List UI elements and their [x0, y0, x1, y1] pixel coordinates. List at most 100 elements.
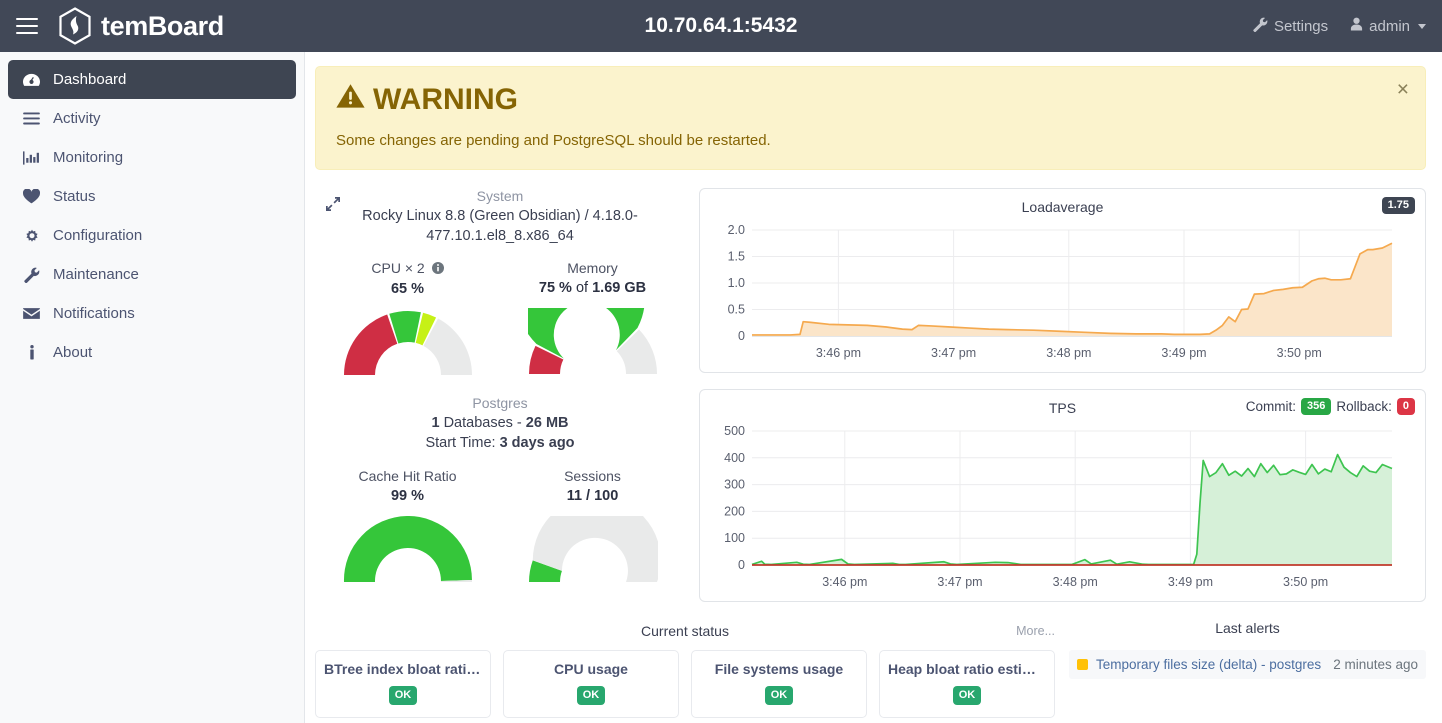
system-gauges: CPU × 2 65 % Memory 75 % of 1.69 GB: [315, 260, 685, 377]
sidebar: Dashboard Activity Monitoring Status Con…: [0, 52, 305, 723]
current-status-section: Current status More... BTree index bloat…: [315, 620, 1055, 718]
sidebar-item-dashboard[interactable]: Dashboard: [8, 60, 296, 99]
close-icon[interactable]: ×: [1397, 79, 1409, 100]
sessions-label: Sessions: [564, 467, 621, 484]
list-icon: [22, 112, 41, 125]
status-card[interactable]: CPU usage OK: [503, 650, 679, 718]
status-card-name: CPU usage: [554, 661, 628, 677]
memory-gauge-cell: Memory 75 % of 1.69 GB: [500, 260, 685, 377]
svg-text:0: 0: [738, 558, 745, 572]
commit-legend-label: Commit:: [1245, 399, 1296, 414]
sidebar-item-label: Notifications: [53, 305, 135, 322]
loadaverage-chart-card: Loadaverage 1.75 0 0.5 1.0 1.5 2.0 3:46 pm 3:4…: [699, 188, 1426, 373]
sidebar-item-label: Dashboard: [53, 71, 127, 88]
temboard-logo-icon: [58, 7, 92, 45]
alert-name[interactable]: Temporary files size (delta) - postgres: [1096, 657, 1325, 672]
svg-text:3:47 pm: 3:47 pm: [931, 346, 976, 360]
postgres-panel: Postgres 1 Databases - 26 MB Start Time:…: [315, 395, 685, 583]
sidebar-item-maintenance[interactable]: Maintenance: [8, 255, 296, 294]
bottom-section: Current status More... BTree index bloat…: [315, 620, 1426, 718]
cpu-gauge-chart: [315, 309, 500, 377]
settings-label: Settings: [1273, 17, 1329, 35]
sidebar-item-monitoring[interactable]: Monitoring: [8, 138, 296, 177]
current-status-title: Current status: [641, 623, 729, 639]
cache-hit-label: Cache Hit Ratio: [358, 467, 457, 484]
sidebar-item-activity[interactable]: Activity: [8, 99, 296, 138]
sidebar-item-configuration[interactable]: Configuration: [8, 216, 296, 255]
svg-text:1.0: 1.0: [728, 276, 745, 290]
cpu-label-text: CPU × 2: [371, 260, 425, 277]
tps-legend: Commit: 356 Rollback: 0: [1246, 398, 1415, 415]
expand-arrows-icon[interactable]: [325, 196, 341, 217]
user-menu[interactable]: admin: [1350, 17, 1426, 35]
svg-text:300: 300: [724, 478, 745, 492]
memory-percent: 75 %: [538, 280, 572, 297]
warning-message: Some changes are pending and PostgreSQL …: [336, 132, 771, 149]
svg-text:3:49 pm: 3:49 pm: [1168, 575, 1213, 589]
sessions-gauge-chart: [500, 515, 685, 584]
wrench-icon: [22, 267, 41, 283]
brand-text: temBoard: [101, 10, 224, 41]
cache-hit-gauge-chart: [315, 515, 500, 584]
status-card-name: BTree index bloat ratio es...: [324, 661, 482, 677]
loadaverage-plot[interactable]: 0 0.5 1.0 1.5 2.0 3:46 pm 3:47 pm 3:48 pm 3:49 p…: [710, 218, 1415, 366]
chevron-down-icon: [1418, 23, 1426, 29]
hamburger-menu-icon[interactable]: [16, 18, 38, 34]
brand[interactable]: temBoard: [58, 7, 224, 45]
current-status-header: Current status More...: [315, 620, 1055, 642]
svg-text:400: 400: [724, 451, 745, 465]
svg-text:100: 100: [724, 531, 745, 545]
bar-chart-icon: [22, 150, 41, 165]
loadaverage-badge-group: 1.75: [1381, 197, 1415, 214]
warning-title-row: WARNING: [336, 83, 1405, 116]
svg-text:1.5: 1.5: [728, 250, 745, 264]
tps-plot[interactable]: 0 100 200 300 400 500 3:46 pm 3:47 pm 3:48 pm 3:4…: [710, 419, 1415, 595]
svg-text:3:46 pm: 3:46 pm: [816, 346, 861, 360]
sidebar-item-label: About: [53, 344, 93, 361]
sidebar-item-about[interactable]: About: [8, 333, 296, 372]
app-body: Dashboard Activity Monitoring Status Con…: [0, 52, 1442, 723]
alert-severity-dot-icon: [1077, 659, 1088, 670]
memory-of-word: of: [571, 280, 593, 297]
dashboard-icon: [22, 73, 41, 87]
status-card[interactable]: File systems usage OK: [691, 650, 867, 718]
sidebar-item-label: Status: [53, 188, 96, 205]
status-card[interactable]: BTree index bloat ratio es... OK: [315, 650, 491, 718]
loadaverage-chart-title: Loadaverage: [1021, 199, 1104, 215]
heart-icon: [22, 189, 41, 204]
sidebar-item-label: Configuration: [53, 227, 143, 244]
system-description: Rocky Linux 8.8 (Green Obsidian) / 4.18.…: [362, 208, 638, 244]
warning-triangle-icon: [336, 83, 365, 116]
sidebar-item-label: Maintenance: [53, 266, 139, 283]
last-alerts-section: Last alerts Temporary files size (delta)…: [1069, 620, 1426, 718]
status-badge: OK: [952, 686, 982, 705]
info-circle-icon[interactable]: [431, 261, 444, 277]
svg-text:3:48 pm: 3:48 pm: [1046, 346, 1091, 360]
settings-link[interactable]: Settings: [1253, 17, 1328, 36]
databases-size: 26 MB: [525, 415, 569, 432]
current-status-more-link[interactable]: More...: [1016, 624, 1055, 638]
system-panel-title: System: [476, 188, 524, 204]
user-icon: [1350, 17, 1363, 35]
svg-text:500: 500: [724, 424, 745, 438]
gear-icon: [22, 228, 41, 244]
svg-text:200: 200: [724, 504, 745, 518]
status-badge: OK: [764, 686, 794, 705]
rollback-legend-label: Rollback:: [1336, 399, 1392, 414]
postgres-databases-line: 1 Databases - 26 MB: [315, 414, 685, 434]
memory-total: 1.69 GB: [592, 280, 647, 297]
status-card-list: BTree index bloat ratio es... OK CPU usa…: [315, 650, 1055, 718]
sidebar-item-status[interactable]: Status: [8, 177, 296, 216]
loadaverage-current-badge: 1.75: [1381, 197, 1415, 214]
svg-text:3:46 pm: 3:46 pm: [822, 575, 867, 589]
charts-column: Loadaverage 1.75 0 0.5 1.0 1.5 2.0 3:46 pm 3:4…: [699, 188, 1426, 602]
cache-hit-value: 99 %: [390, 487, 425, 504]
svg-text:2.0: 2.0: [728, 223, 745, 237]
status-card[interactable]: Heap bloat ratio estimation OK: [879, 650, 1055, 718]
alert-list-item[interactable]: Temporary files size (delta) - postgres …: [1069, 650, 1426, 679]
postgres-gauges: Cache Hit Ratio 99 % Sessions 11 / 100: [315, 468, 685, 584]
sidebar-item-notifications[interactable]: Notifications: [8, 294, 296, 333]
cpu-gauge-cell: CPU × 2 65 %: [315, 260, 500, 377]
svg-text:3:48 pm: 3:48 pm: [1053, 575, 1098, 589]
cpu-gauge-label: CPU × 2: [315, 260, 500, 277]
